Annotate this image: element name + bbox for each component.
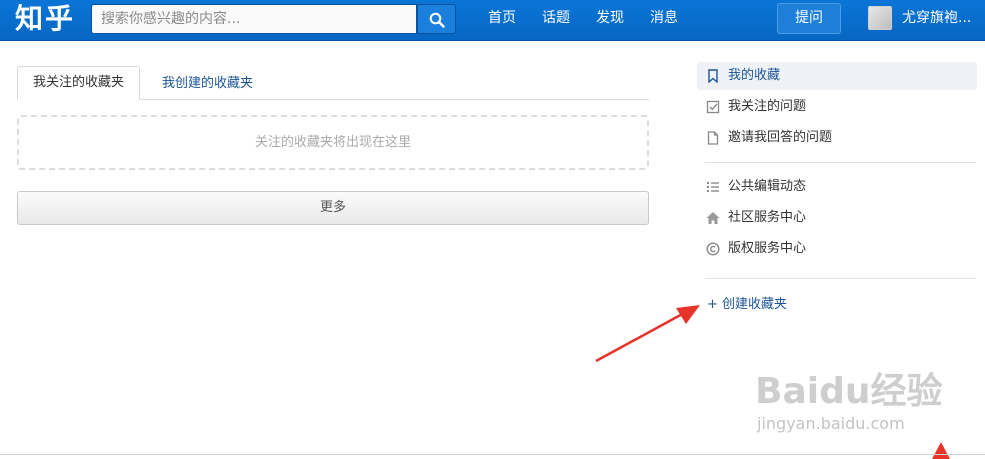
- sidebar-item-copyright-center[interactable]: 版权服务中心: [697, 235, 977, 263]
- sidebar-item-label: 社区服务中心: [728, 210, 807, 225]
- search-button[interactable]: [417, 4, 456, 34]
- sidebar-item-followed-questions[interactable]: 我关注的问题: [697, 93, 977, 121]
- tab-created-collections[interactable]: 我创建的收藏夹: [162, 75, 253, 92]
- baidu-watermark: Baidu经验 jingyan.baidu.com: [755, 372, 955, 442]
- sidebar-item-label: 我的收藏: [728, 68, 781, 83]
- nav-messages[interactable]: 消息: [650, 8, 678, 28]
- sidebar-divider: [705, 162, 976, 163]
- top-navigation-bar: 知乎 搜索你感兴趣的内容... 首页 话题 发现 消息 提问 尤穿旗袍...: [0, 0, 985, 41]
- sidebar-item-invited-questions[interactable]: 邀请我回答的问题: [697, 124, 977, 152]
- annotation-arrow-icon: [595, 305, 700, 363]
- more-button[interactable]: 更多: [17, 191, 649, 225]
- nav-discover[interactable]: 发现: [596, 8, 624, 28]
- zhihu-logo[interactable]: 知乎: [15, 1, 75, 37]
- checkbox-icon: [706, 100, 720, 114]
- avatar[interactable]: [868, 6, 892, 30]
- copyright-icon: [706, 242, 720, 256]
- nav-home[interactable]: 首页: [488, 8, 516, 28]
- home-icon: [706, 212, 720, 224]
- sidebar-item-label: 公共编辑动态: [728, 179, 807, 194]
- document-icon: [707, 131, 719, 145]
- tab-followed-collections[interactable]: 我关注的收藏夹: [17, 66, 140, 100]
- nav-topics[interactable]: 话题: [542, 8, 570, 28]
- sidebar-item-my-collections[interactable]: 我的收藏: [697, 62, 977, 90]
- watermark-brand: Baidu经验: [755, 371, 943, 412]
- username[interactable]: 尤穿旗袍...: [902, 8, 971, 28]
- sidebar-divider: [705, 278, 976, 279]
- bottom-divider: [0, 454, 985, 455]
- annotation-arrow-icon: [932, 442, 950, 459]
- sidebar-item-label: 版权服务中心: [728, 241, 807, 256]
- sidebar-item-label: 邀请我回答的问题: [728, 130, 833, 145]
- sidebar-item-community-center[interactable]: 社区服务中心: [697, 204, 977, 232]
- ask-question-button[interactable]: 提问: [777, 3, 841, 34]
- watermark-site: jingyan.baidu.com: [757, 414, 905, 433]
- list-icon: [707, 182, 719, 192]
- empty-placeholder: 关注的收藏夹将出现在这里: [17, 115, 649, 170]
- create-collection-link[interactable]: + 创建收藏夹: [707, 296, 787, 314]
- bookmark-icon: [708, 69, 718, 83]
- search-icon: [429, 12, 445, 28]
- sidebar-item-label: 我关注的问题: [728, 99, 807, 114]
- sidebar-item-public-edits[interactable]: 公共编辑动态: [697, 173, 977, 201]
- search-input[interactable]: 搜索你感兴趣的内容...: [91, 4, 417, 34]
